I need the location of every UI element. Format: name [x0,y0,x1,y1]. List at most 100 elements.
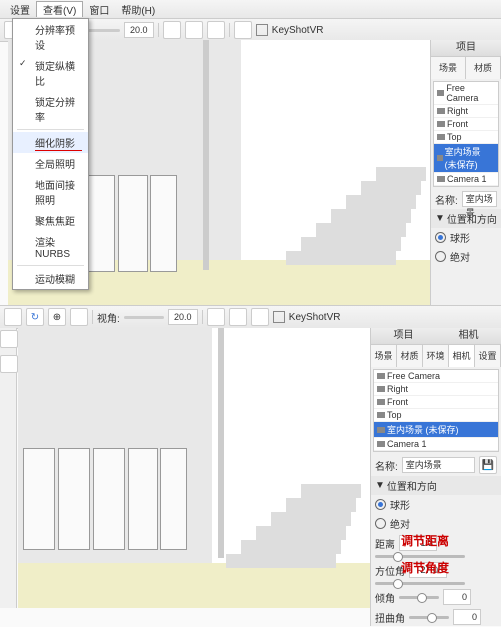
camera-icon [377,373,385,379]
view-angle-value[interactable]: 20.0 [168,309,198,325]
panel-title: 项目 [431,40,501,57]
distance-label: 距离 [375,536,395,551]
panel-title-camera: 相机 [436,328,501,344]
menu-view[interactable]: 查看(V) [36,1,83,17]
toolbar-button[interactable] [70,308,88,326]
toolbar-button[interactable] [207,21,225,39]
tab-environment[interactable]: 环境 [423,345,449,367]
list-item[interactable]: 室内场景 (未保存) [374,422,498,438]
view-angle-label: 视角: [97,310,120,325]
camera-icon [377,386,385,392]
radio-label: 绝对 [450,249,470,264]
incline-field[interactable]: 0 [443,589,471,605]
list-item[interactable]: 室内场景 (未保存) [434,144,498,173]
toolbar-button[interactable] [234,21,252,39]
toolbar-button[interactable] [251,308,269,326]
camera-icon [437,121,445,127]
tab-scene[interactable]: 场景 [431,57,466,79]
camera-icon [437,155,443,161]
panel-title: 项目 [371,328,436,344]
list-item[interactable]: Right [434,105,498,118]
camera-icon [437,90,444,96]
list-item[interactable]: Front [374,396,498,409]
focal-value[interactable]: 20.0 [124,22,154,38]
azimuth-slider[interactable] [375,582,465,585]
menu-resolution-preset[interactable]: 分辨率预设 [13,19,88,55]
viewport-bottom[interactable] [18,328,371,608]
list-item[interactable]: Right [374,383,498,396]
camera-icon [377,427,385,433]
name-field[interactable]: 室内场景 [402,457,475,473]
camera-list: Free Camera Right Front Top 室内场景 (未保存) C… [433,81,499,187]
position-section[interactable]: ▼ 位置和方向 [371,476,501,495]
check-icon: ✓ [19,58,27,69]
tab-material[interactable]: 材质 [466,57,501,79]
tool-button[interactable] [0,355,18,373]
keyshotvr-checkbox[interactable] [273,311,285,323]
view-dropdown: 分辨率预设 ✓锁定纵横比 锁定分辨率 细化阴影 全局照明 地面间接照明 聚焦焦距… [12,18,89,290]
radio-absolute[interactable] [435,251,446,262]
menu-help[interactable]: 帮助(H) [115,2,161,17]
menu-lock-aspect[interactable]: ✓锁定纵横比 [13,55,88,91]
list-item[interactable]: Top [374,409,498,422]
camera-icon [437,108,445,114]
overlay-text: 调节角度 [401,559,449,576]
separator [17,129,84,130]
separator [202,310,203,324]
toolbar-button[interactable] [207,308,225,326]
twist-field[interactable]: 0 [453,609,481,625]
toolbar-button[interactable]: ⊕ [48,308,66,326]
toolbar-bottom: ↻ ⊕ 视角: 20.0 KeyShotVR [0,306,501,329]
name-field[interactable]: 室内场景 [462,191,497,207]
name-label: 名称: [375,458,398,473]
list-item[interactable]: Camera 1 [374,438,498,451]
menu-settings[interactable]: 设置 [4,2,36,17]
tab-camera[interactable]: 相机 [449,345,475,367]
menu-focus-distance[interactable]: 聚焦焦距 [13,210,88,231]
tab-material[interactable]: 材质 [397,345,423,367]
list-item[interactable]: Top [434,131,498,144]
menu-motion-blur[interactable]: 运动模糊 [13,268,88,289]
toolbar-button[interactable] [229,308,247,326]
list-item[interactable]: Free Camera [434,82,498,105]
toolbar-button[interactable] [4,308,22,326]
tool-button[interactable] [0,330,18,348]
radio-label: 球形 [390,497,410,512]
name-label: 名称: [435,192,458,207]
incline-slider[interactable] [399,596,439,599]
radio-label: 绝对 [390,516,410,531]
save-icon[interactable]: 💾 [479,456,497,474]
menu-refine-shadows[interactable]: 细化阴影 [13,132,88,153]
keyshotvr-label: KeyShotVR [272,25,324,36]
list-item[interactable]: Front [434,118,498,131]
menu-global-illum[interactable]: 全局照明 [13,153,88,174]
keyshotvr-label: KeyShotVR [289,312,341,323]
twist-label: 扭曲角 [375,610,405,625]
radio-absolute[interactable] [375,518,386,529]
radio-spherical[interactable] [375,499,386,510]
project-panel-bottom: 项目相机 场景 材质 环境 相机 设置 Free Camera Right Fr… [370,328,501,626]
camera-icon [437,134,445,140]
menu-render-nurbs[interactable]: 渲染 NURBS [13,231,88,263]
menu-ground-illum[interactable]: 地面间接照明 [13,174,88,210]
tab-settings[interactable]: 设置 [475,345,501,367]
position-section[interactable]: ▼ 位置和方向 [431,209,501,228]
separator [229,23,230,37]
menu-lock-resolution[interactable]: 锁定分辨率 [13,91,88,127]
distance-slider[interactable] [375,555,465,558]
tab-scene[interactable]: 场景 [371,345,397,367]
toolbar-button[interactable]: ↻ [26,308,44,326]
separator [92,310,93,324]
incline-label: 倾角 [375,590,395,605]
radio-label: 球形 [450,230,470,245]
toolbar-button[interactable] [163,21,181,39]
left-toolstrip [0,328,17,608]
radio-spherical[interactable] [435,232,446,243]
toolbar-button[interactable] [185,21,203,39]
keyshotvr-checkbox[interactable] [256,24,268,36]
view-angle-slider[interactable] [124,316,164,319]
twist-slider[interactable] [409,616,449,619]
list-item[interactable]: Free Camera [374,370,498,383]
menu-window[interactable]: 窗口 [83,2,115,17]
list-item[interactable]: Camera 1 [434,173,498,186]
